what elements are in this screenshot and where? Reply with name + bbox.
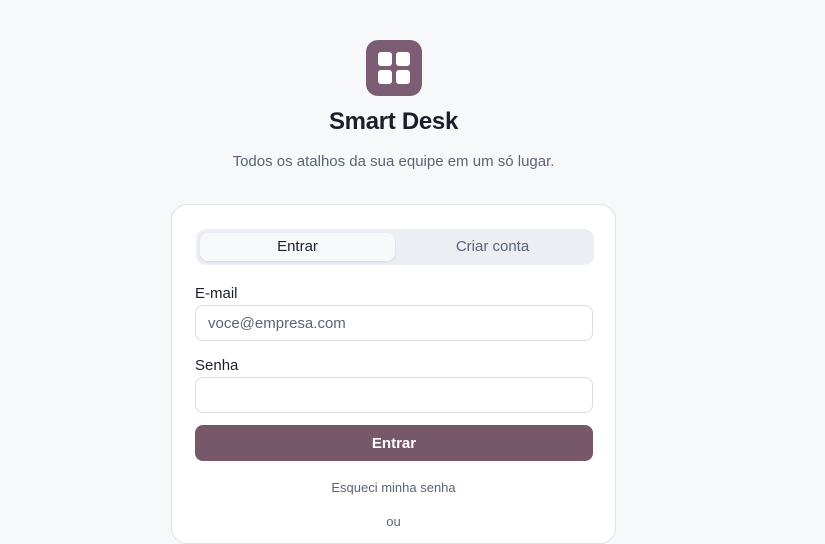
app-logo bbox=[366, 40, 422, 96]
email-field[interactable] bbox=[195, 305, 593, 341]
password-field[interactable] bbox=[195, 377, 593, 413]
app-title: Smart Desk bbox=[328, 108, 459, 135]
tab-sign-in[interactable]: Entrar bbox=[200, 233, 395, 261]
auth-tabs: Entrar Criar conta bbox=[196, 229, 594, 265]
sign-in-button[interactable]: Entrar bbox=[195, 425, 593, 461]
login-card: Entrar Criar conta E-mail Senha Entrar E… bbox=[171, 204, 616, 544]
grid-icon bbox=[378, 52, 392, 66]
divider-text: ou bbox=[386, 514, 401, 529]
tab-create-account[interactable]: Criar conta bbox=[395, 233, 590, 261]
email-label: E-mail bbox=[195, 285, 238, 302]
app-subtitle: Todos os atalhos da sua equipe em um só … bbox=[232, 153, 555, 170]
forgot-password-link[interactable]: Esqueci minha senha bbox=[172, 480, 615, 495]
password-label: Senha bbox=[195, 357, 239, 374]
